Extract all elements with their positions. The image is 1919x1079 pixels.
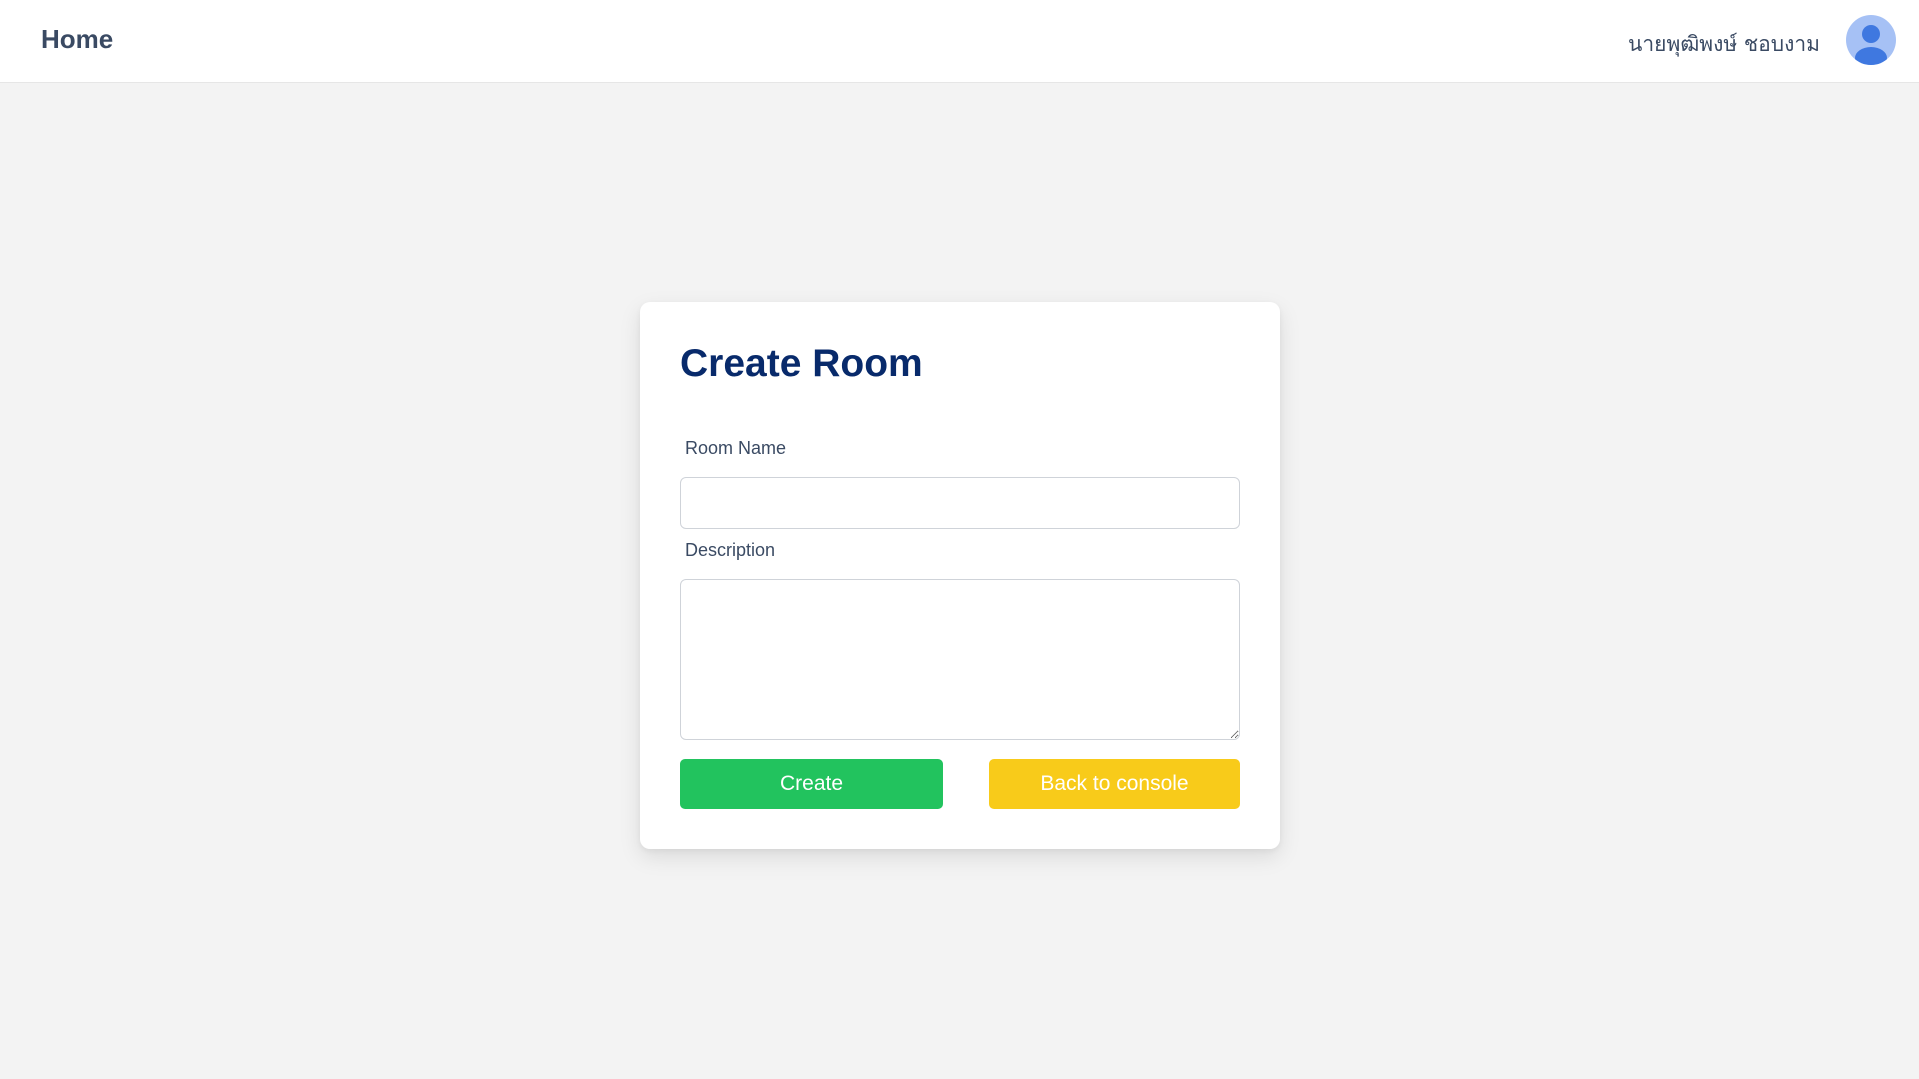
create-button[interactable]: Create (680, 759, 943, 809)
room-name-input[interactable] (680, 477, 1240, 529)
description-label: Description (685, 540, 776, 560)
avatar-person-icon (1855, 25, 1887, 65)
description-textarea[interactable] (680, 579, 1240, 740)
user-name: นายพุฒิพงษ์ ชอบงาม (1628, 32, 1820, 56)
top-navbar: Home นายพุฒิพงษ์ ชอบงาม (0, 0, 1919, 83)
back-to-console-button[interactable]: Back to console (989, 759, 1240, 809)
create-room-card: Create Room Room Name Description Create… (640, 302, 1280, 849)
room-name-label: Room Name (685, 438, 787, 458)
home-link[interactable]: Home (41, 24, 113, 55)
user-avatar-icon[interactable] (1846, 15, 1896, 65)
page-title: Create Room (680, 342, 923, 385)
